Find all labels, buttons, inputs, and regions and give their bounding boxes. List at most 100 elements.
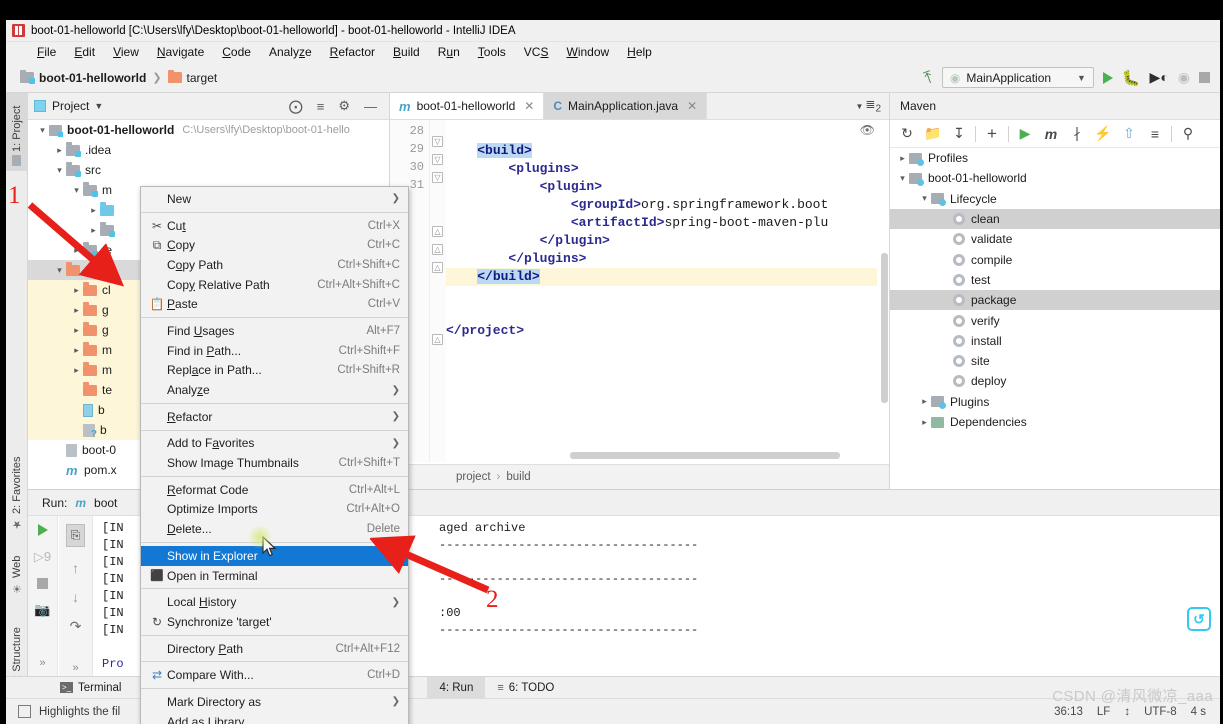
maven-m-icon[interactable]: m [1038,122,1064,146]
fold-marker-icon[interactable]: △ [432,244,443,255]
fold-marker-icon[interactable]: ▽ [432,172,443,183]
line-separator[interactable]: LF [1097,706,1110,718]
run-configuration-select[interactable]: ◉ MainApplication ▼ [941,67,1094,88]
rerun-failed-icon[interactable]: ▷9 [34,549,51,565]
context-menu-item-analyze[interactable]: Analyze ❯ [141,380,408,400]
maven-tree-row[interactable]: clean [890,208,1220,230]
run-left-toolbar-2[interactable]: ⎘ ↑ ↓ ↷ » [59,516,93,690]
scroll-up-icon[interactable]: ↑ [72,560,79,576]
context-menu-item-new[interactable]: New ❯ [141,189,408,209]
menu-item-help[interactable]: Help [618,44,661,60]
soft-wrap-icon[interactable]: ↷ [70,618,82,635]
skip-tests-icon[interactable]: ∤ [1064,122,1090,146]
chevron-right-icon[interactable]: ▸ [87,225,100,236]
chevron-down-icon[interactable]: ▼ [855,102,863,111]
context-menu-item-show-image-thumbnails[interactable]: Show Image Thumbnails Ctrl+Shift+T [141,453,408,473]
maven-tree-row[interactable]: verify [890,310,1220,330]
breadcrumb-build[interactable]: build [506,471,530,483]
breadcrumb-item-target[interactable]: target [167,69,217,85]
maven-tree-row[interactable]: ▾ Lifecycle [890,189,1220,209]
collapse-icon[interactable]: ≡ [1142,122,1168,146]
expand-toolbar-icon[interactable]: » [39,657,45,669]
run-left-toolbar[interactable]: ▷9 📷 » [28,516,58,690]
chevron-right-icon[interactable]: ▸ [70,245,83,256]
menu-item-run[interactable]: Run [429,44,469,60]
locate-icon[interactable]: ⨀ [289,98,303,115]
chevron-down-icon[interactable]: ▾ [70,185,83,196]
maven-tree-row[interactable]: test [890,270,1220,290]
chevron-down-icon[interactable]: ▾ [53,165,66,176]
chevron-right-icon[interactable]: ▸ [70,305,83,316]
context-menu-item-paste[interactable]: 📋 Paste Ctrl+V [141,294,408,314]
stop-button[interactable] [1199,72,1210,83]
context-menu[interactable]: New ❯ ✂ Cut Ctrl+X ⧉ Copy Ctrl+C Copy Path Ctrl+S… [140,186,409,724]
expand-toolbar-icon[interactable]: » [72,662,78,674]
maven-tree-row[interactable]: compile [890,249,1220,269]
context-menu-item-reformat-code[interactable]: Reformat Code Ctrl+Alt+L [141,480,408,500]
chevron-right-icon[interactable]: ▸ [70,285,83,296]
fold-marker-icon[interactable]: △ [432,226,443,237]
context-menu-item-replace-in-path[interactable]: Replace in Path... Ctrl+Shift+R [141,361,408,381]
sidebar-item-web[interactable]: ☀ Web [6,541,28,601]
maven-tree-row[interactable]: ▾ boot-01-helloworld [890,168,1220,188]
close-icon[interactable]: ✕ [524,99,534,113]
settings-gear-icon[interactable]: ⚙ [338,98,350,114]
eye-icon[interactable]: 👁 [860,123,875,137]
profile-button[interactable]: ◉ [1178,69,1190,86]
tab-list-icon[interactable]: ≣2 [865,97,881,114]
maven-tree-row[interactable]: ▸ Plugins [890,392,1220,412]
expand-icon[interactable]: ⇧ [1116,122,1142,146]
stop-icon[interactable] [37,578,48,589]
chevron-down-icon[interactable]: ▾ [53,265,66,276]
editor-fold-column[interactable]: ▽ ▽ ▽ △ △ △ △ [430,120,446,462]
tab-terminal[interactable]: >_ Terminal [48,677,133,699]
context-menu-item-cut[interactable]: ✂ Cut Ctrl+X [141,216,408,236]
toggle-offline-icon[interactable]: ⚡ [1090,122,1116,146]
maven-tree-row[interactable]: ▸ Profiles [890,148,1220,168]
chevron-right-icon[interactable]: ▸ [918,396,931,407]
tab-todo[interactable]: ≡ 6: TODO [485,677,566,699]
screenshot-icon[interactable]: 📷 [34,602,50,618]
fold-marker-icon[interactable]: ▽ [432,136,443,147]
context-menu-item-copy-relative-path[interactable]: Copy Relative Path Ctrl+Alt+Shift+C [141,275,408,295]
menu-item-analyze[interactable]: Analyze [260,44,321,60]
context-menu-item-local-history[interactable]: Local History ❯ [141,592,408,612]
add-icon[interactable]: + [979,122,1005,146]
hide-icon[interactable]: — [364,99,377,114]
caret-position[interactable]: 36:13 [1054,706,1083,718]
fold-marker-icon[interactable]: △ [432,262,443,273]
maven-tree-row[interactable]: install [890,331,1220,351]
chevron-right-icon[interactable]: ▸ [53,145,66,156]
menu-item-code[interactable]: Code [213,44,260,60]
maven-tree-row[interactable]: package [890,290,1220,311]
chevron-right-icon[interactable]: ▸ [70,365,83,376]
context-menu-item-refactor[interactable]: Refactor ❯ [141,407,408,427]
settings-icon[interactable]: ⚲ [1175,122,1201,146]
chevron-right-icon[interactable]: ▸ [918,417,931,428]
reload-icon[interactable]: ↻ [894,122,920,146]
run-with-coverage-button[interactable]: ▶◐ [1150,69,1169,86]
context-menu-item-mark-directory-as[interactable]: Mark Directory as ❯ [141,692,408,712]
execute-goal-icon[interactable]: ▶ [1012,122,1038,146]
sidebar-item-project[interactable]: 1: Project [6,93,28,171]
context-menu-item-compare-with[interactable]: ⇄ Compare With... Ctrl+D [141,665,408,685]
tab-run[interactable]: 4: Run [427,676,486,699]
context-menu-item-copy-path[interactable]: Copy Path Ctrl+Shift+C [141,255,408,275]
editor-horizontal-scrollbar[interactable] [570,452,840,459]
editor-tab-bar[interactable]: m boot-01-helloworld ✕ C MainApplication.jav… [390,93,889,120]
menu-item-refactor[interactable]: Refactor [321,44,384,60]
editor-vertical-scrollbar[interactable] [881,253,888,403]
chevron-right-icon[interactable]: ▸ [70,345,83,356]
editor-breadcrumb[interactable]: project › build [390,464,889,489]
scroll-down-icon[interactable]: ↓ [72,589,79,605]
add-maven-projects-icon[interactable]: 📁 [920,122,946,146]
menu-item-build[interactable]: Build [384,44,429,60]
chevron-right-icon[interactable]: ▸ [70,325,83,336]
menu-item-window[interactable]: Window [557,44,618,60]
context-menu-item-find-usages[interactable]: Find Usages Alt+F7 [141,321,408,341]
maven-tree-row[interactable]: site [890,351,1220,371]
fold-marker-icon[interactable]: △ [432,334,443,345]
build-hammer-icon[interactable]: ⤒ [922,67,936,88]
context-menu-item-copy[interactable]: ⧉ Copy Ctrl+C [141,235,408,255]
editor-tab-options[interactable]: ▼ ≣2 [847,93,889,119]
